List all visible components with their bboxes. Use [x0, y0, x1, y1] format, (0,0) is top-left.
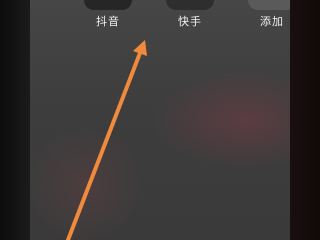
right-background-strip [290, 0, 320, 240]
phone-screen: 抖音 快手 添加 [0, 0, 320, 240]
app-douyin[interactable]: 抖音 [83, 0, 133, 34]
app-kuaishou[interactable]: 快手 [165, 0, 215, 34]
app-label-douyin[interactable]: 抖音 [83, 15, 133, 29]
kuaishou-app-icon[interactable] [166, 0, 214, 10]
app-grid-panel: 抖音 快手 添加 [30, 0, 296, 240]
douyin-app-icon[interactable] [84, 0, 132, 10]
add-app-icon[interactable] [248, 0, 296, 10]
app-label-kuaishou[interactable]: 快手 [165, 15, 215, 29]
left-background-strip [0, 0, 30, 240]
